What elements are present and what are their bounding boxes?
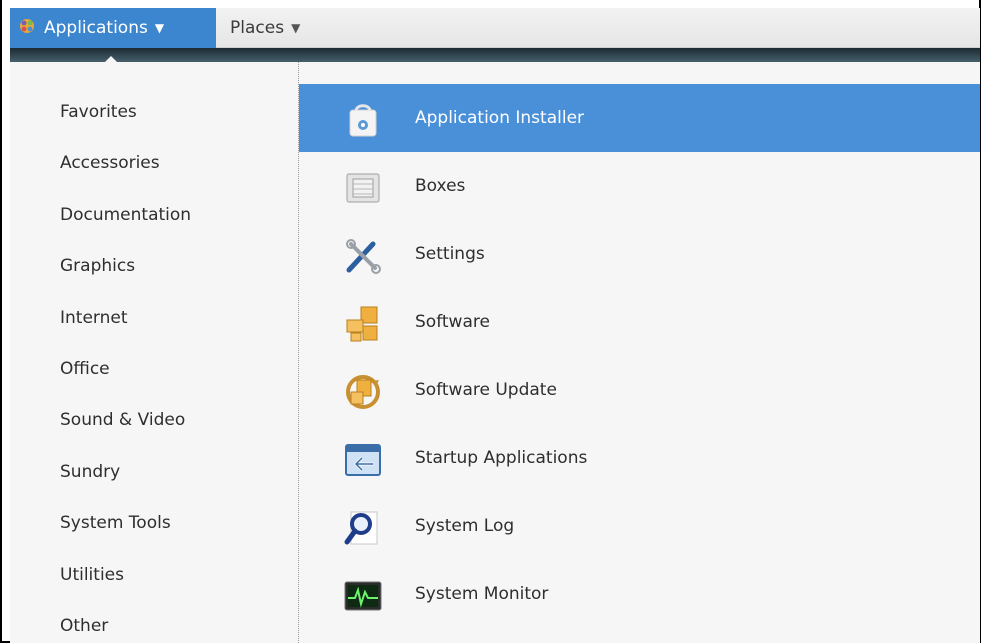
gnome-foot-icon bbox=[18, 17, 36, 39]
category-utilities[interactable]: Utilities bbox=[60, 562, 124, 588]
chevron-down-icon: ▼ bbox=[291, 21, 301, 35]
app-label: Software Update bbox=[415, 380, 557, 400]
category-list: Favorites Accessories Documentation Grap… bbox=[10, 62, 299, 643]
app-item-startup-applications[interactable]: Startup Applications bbox=[299, 424, 980, 492]
category-graphics[interactable]: Graphics bbox=[60, 253, 135, 279]
category-office[interactable]: Office bbox=[60, 356, 110, 382]
category-favorites[interactable]: Favorites bbox=[60, 99, 137, 125]
app-item-software-update[interactable]: Software Update bbox=[299, 356, 980, 424]
app-label: System Monitor bbox=[415, 584, 549, 604]
startup-icon bbox=[343, 440, 383, 480]
app-item-boxes[interactable]: Boxes bbox=[299, 152, 980, 220]
screen-frame: Applications ▼ Places ▼ Favorites Access… bbox=[0, 0, 981, 643]
app-label: System Log bbox=[415, 516, 515, 536]
app-item-settings[interactable]: Settings bbox=[299, 220, 980, 288]
category-sundry[interactable]: Sundry bbox=[60, 459, 120, 485]
app-label: Boxes bbox=[415, 176, 466, 196]
shopping-bag-icon bbox=[343, 100, 383, 140]
applications-menu-button[interactable]: Applications ▼ bbox=[10, 8, 216, 48]
chevron-down-icon: ▼ bbox=[154, 21, 165, 35]
app-label: Startup Applications bbox=[415, 448, 588, 468]
application-list: Application Installer Boxes Settings Sof… bbox=[299, 62, 980, 643]
app-item-application-installer[interactable]: Application Installer bbox=[299, 84, 980, 152]
category-sound-video[interactable]: Sound & Video bbox=[60, 407, 185, 433]
magnifier-icon bbox=[343, 508, 383, 548]
app-label: Software bbox=[415, 312, 490, 332]
monitor-icon bbox=[343, 576, 383, 616]
places-menu-button[interactable]: Places ▼ bbox=[230, 8, 300, 48]
app-item-system-log[interactable]: System Log bbox=[299, 492, 980, 560]
top-panel: Applications ▼ Places ▼ bbox=[10, 8, 980, 48]
app-label: Application Installer bbox=[415, 108, 585, 128]
app-label: Settings bbox=[415, 244, 485, 264]
packages-icon bbox=[343, 304, 383, 344]
tools-icon bbox=[343, 236, 383, 276]
category-internet[interactable]: Internet bbox=[60, 305, 128, 331]
app-item-software[interactable]: Software bbox=[299, 288, 980, 356]
category-documentation[interactable]: Documentation bbox=[60, 202, 191, 228]
category-system-tools[interactable]: System Tools bbox=[60, 510, 171, 536]
app-item-system-monitor[interactable]: System Monitor bbox=[299, 560, 980, 628]
applications-menu: Favorites Accessories Documentation Grap… bbox=[10, 62, 980, 643]
category-accessories[interactable]: Accessories bbox=[60, 150, 160, 176]
menu-accent-bar bbox=[10, 48, 980, 62]
places-label: Places bbox=[230, 18, 285, 38]
boxes-icon bbox=[343, 168, 383, 208]
applications-label: Applications bbox=[44, 18, 148, 38]
update-icon bbox=[343, 372, 383, 412]
category-other[interactable]: Other bbox=[60, 613, 108, 639]
